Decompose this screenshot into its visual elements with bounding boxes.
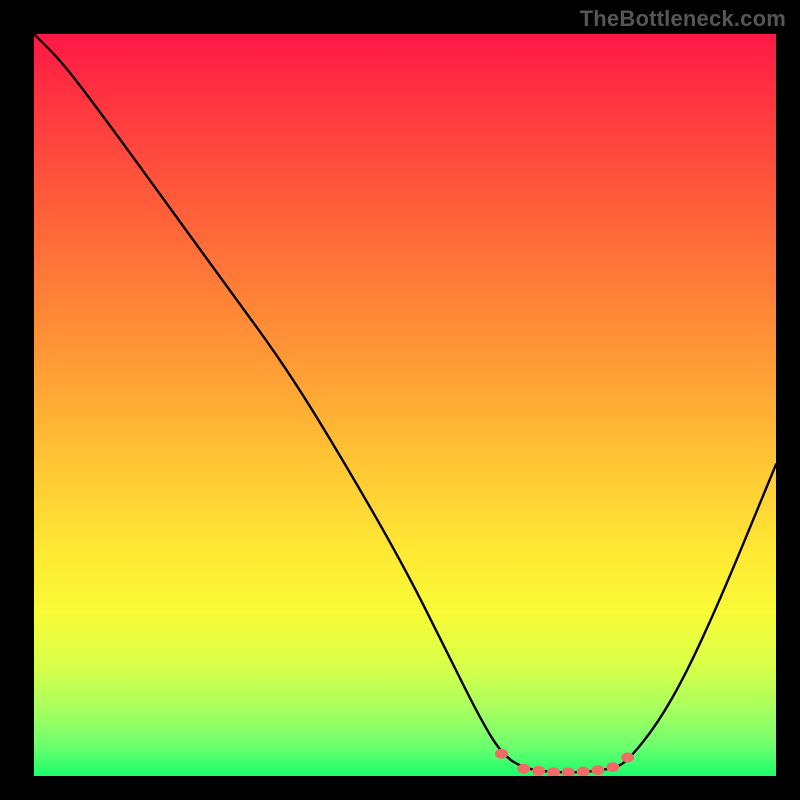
marker-group bbox=[495, 749, 634, 776]
chart-frame: TheBottleneck.com bbox=[0, 0, 800, 800]
curve-marker-dot bbox=[606, 762, 619, 772]
curve-marker-dot bbox=[532, 766, 545, 776]
curve-marker-dot bbox=[591, 765, 604, 775]
watermark-label: TheBottleneck.com bbox=[580, 6, 786, 32]
curve-line bbox=[34, 34, 776, 772]
curve-marker-dot bbox=[547, 767, 560, 776]
bottleneck-curve bbox=[34, 34, 776, 776]
curve-marker-dot bbox=[577, 767, 590, 777]
curve-marker-dot bbox=[562, 767, 575, 776]
curve-marker-dot bbox=[517, 764, 530, 774]
curve-marker-dot bbox=[495, 749, 508, 759]
curve-marker-dot bbox=[621, 753, 634, 763]
plot-area bbox=[34, 34, 776, 776]
